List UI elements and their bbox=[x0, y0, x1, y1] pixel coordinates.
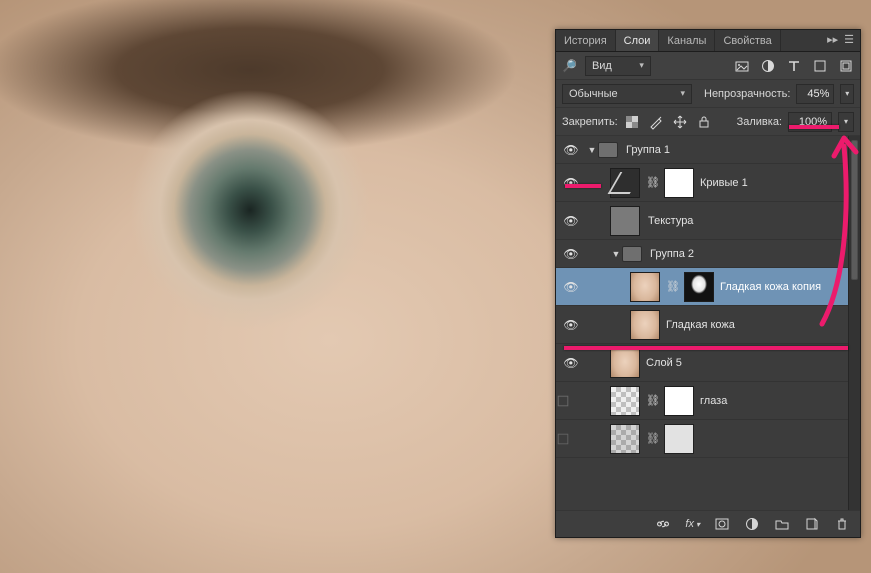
new-layer-icon[interactable] bbox=[804, 516, 820, 532]
link-mask-icon[interactable]: ⛓ bbox=[666, 280, 680, 293]
link-mask-icon[interactable]: ⛓ bbox=[646, 394, 660, 407]
layer-filter-row: 🔎 Вид ▾ bbox=[556, 52, 860, 80]
panel-tabs: История Слои Каналы Свойства ▸▸ ☰ bbox=[556, 30, 860, 52]
new-group-icon[interactable] bbox=[774, 516, 790, 532]
layer-thumb[interactable] bbox=[630, 272, 660, 302]
opacity-dropdown-button[interactable]: ▾ bbox=[840, 84, 854, 104]
fill-value: 100% bbox=[799, 116, 827, 128]
link-mask-icon[interactable]: ⛓ bbox=[646, 432, 660, 445]
visibility-toggle[interactable]: 👁 bbox=[556, 214, 586, 228]
layer-row-extra[interactable]: ⛓ bbox=[556, 420, 860, 458]
layer-thumb[interactable] bbox=[610, 386, 640, 416]
tab-channels[interactable]: Каналы bbox=[659, 30, 715, 51]
magnify-icon: 🔎 bbox=[562, 59, 577, 73]
opacity-field[interactable]: 45% bbox=[796, 84, 834, 104]
new-adjustment-icon[interactable] bbox=[744, 516, 760, 532]
delete-layer-icon[interactable] bbox=[834, 516, 850, 532]
filter-pixel-icon[interactable] bbox=[734, 58, 750, 74]
lock-label: Закрепить: bbox=[562, 116, 618, 128]
layer-row-smooth-copy[interactable]: 👁 ⛓ Гладкая кожа копия bbox=[556, 268, 860, 306]
blend-opacity-row: Обычные ▾ Непрозрачность: 45% ▾ bbox=[556, 80, 860, 108]
filter-adjustment-icon[interactable] bbox=[760, 58, 776, 74]
layer-name[interactable]: Гладкая кожа bbox=[666, 319, 846, 331]
tab-layers[interactable]: Слои bbox=[616, 30, 660, 51]
layer-row-group1[interactable]: 👁 ▼ Группа 1 bbox=[556, 136, 860, 164]
blend-mode-select[interactable]: Обычные ▾ bbox=[562, 84, 692, 104]
tab-properties[interactable]: Свойства bbox=[715, 30, 780, 51]
lock-all-icon[interactable] bbox=[696, 114, 712, 130]
visibility-toggle[interactable]: 👁 bbox=[556, 176, 586, 190]
fill-dropdown-button[interactable]: ▾ bbox=[838, 112, 854, 132]
layer-name[interactable]: Текстура bbox=[648, 215, 846, 227]
layer-row-curves1[interactable]: 👁 ⛓ Кривые 1 bbox=[556, 164, 860, 202]
disclose-icon[interactable]: ▼ bbox=[586, 145, 598, 155]
layer-name[interactable]: Гладкая кожа копия bbox=[720, 281, 846, 293]
filter-type-text-icon[interactable] bbox=[786, 58, 802, 74]
visibility-toggle[interactable]: 👁 bbox=[556, 318, 586, 332]
visibility-toggle[interactable] bbox=[556, 432, 586, 446]
layer-thumb[interactable] bbox=[610, 206, 640, 236]
lock-transparent-icon[interactable] bbox=[624, 114, 640, 130]
layer-name[interactable]: Группа 2 bbox=[650, 248, 846, 260]
lock-fill-row: Закрепить: Заливка: 100% ▾ bbox=[556, 108, 860, 136]
visibility-toggle[interactable]: 👁 bbox=[556, 143, 586, 157]
layer-name[interactable]: Слой 5 bbox=[646, 357, 846, 369]
layer-row-smooth[interactable]: 👁 Гладкая кожа bbox=[556, 306, 860, 344]
lock-icons bbox=[624, 114, 712, 130]
fill-field[interactable]: 100% bbox=[788, 112, 832, 132]
blend-mode-value: Обычные bbox=[569, 88, 618, 100]
panel-menu-icon[interactable]: ☰ bbox=[844, 35, 854, 46]
layers-scrollbar[interactable] bbox=[848, 136, 860, 510]
folder-icon bbox=[622, 246, 642, 262]
layer-row-texture[interactable]: 👁 Текстура bbox=[556, 202, 860, 240]
layer-thumb[interactable] bbox=[610, 348, 640, 378]
filter-icons bbox=[734, 58, 854, 74]
layer-thumb[interactable] bbox=[630, 310, 660, 340]
opacity-label[interactable]: Непрозрачность: bbox=[704, 88, 790, 100]
fill-label[interactable]: Заливка: bbox=[737, 116, 782, 128]
layers-panel: История Слои Каналы Свойства ▸▸ ☰ 🔎 Вид … bbox=[555, 29, 861, 538]
filter-smart-icon[interactable] bbox=[838, 58, 854, 74]
collapse-panel-icon[interactable]: ▸▸ bbox=[827, 35, 838, 46]
mask-thumb[interactable] bbox=[664, 386, 694, 416]
disclose-icon[interactable]: ▼ bbox=[610, 249, 622, 259]
scrollbar-thumb[interactable] bbox=[851, 140, 858, 280]
tab-history[interactable]: История bbox=[556, 30, 616, 51]
layers-bottom-bar: fx▾ bbox=[556, 511, 860, 537]
visibility-toggle[interactable]: 👁 bbox=[556, 356, 586, 370]
chevron-down-icon: ▾ bbox=[680, 88, 685, 99]
filter-shape-icon[interactable] bbox=[812, 58, 828, 74]
layer-thumb[interactable] bbox=[610, 424, 640, 454]
lock-pixels-icon[interactable] bbox=[648, 114, 664, 130]
layer-name[interactable]: Группа 1 bbox=[626, 144, 846, 156]
visibility-toggle[interactable] bbox=[556, 394, 586, 408]
add-mask-icon[interactable] bbox=[714, 516, 730, 532]
adjustment-thumb-curves[interactable] bbox=[610, 168, 640, 198]
filter-type-select[interactable]: Вид ▾ bbox=[585, 56, 651, 76]
visibility-toggle[interactable]: 👁 bbox=[556, 280, 586, 294]
filter-type-value: Вид bbox=[592, 60, 612, 72]
mask-thumb[interactable] bbox=[664, 168, 694, 198]
layer-row-group2[interactable]: 👁 ▼ Группа 2 bbox=[556, 240, 860, 268]
layer-name[interactable]: глаза bbox=[700, 395, 846, 407]
layer-row-layer5[interactable]: 👁 Слой 5 bbox=[556, 344, 860, 382]
visibility-toggle[interactable]: 👁 bbox=[556, 247, 586, 261]
lock-position-icon[interactable] bbox=[672, 114, 688, 130]
layer-name[interactable]: Кривые 1 bbox=[700, 177, 846, 189]
link-layers-icon[interactable] bbox=[655, 516, 671, 532]
chevron-down-icon: ▾ bbox=[639, 60, 644, 71]
link-mask-icon[interactable]: ⛓ bbox=[646, 176, 660, 189]
layers-list: 👁 ▼ Группа 1 👁 ⛓ Кривые 1 👁 Текстура 👁 ▼… bbox=[556, 136, 860, 511]
fx-label-text: fx bbox=[685, 518, 694, 530]
folder-icon bbox=[598, 142, 618, 158]
opacity-value: 45% bbox=[807, 88, 829, 100]
layer-row-eyes[interactable]: ⛓ глаза bbox=[556, 382, 860, 420]
mask-thumb[interactable] bbox=[684, 272, 714, 302]
layer-fx-button[interactable]: fx▾ bbox=[685, 518, 700, 530]
mask-thumb[interactable] bbox=[664, 424, 694, 454]
chevron-down-icon: ▾ bbox=[696, 520, 700, 529]
